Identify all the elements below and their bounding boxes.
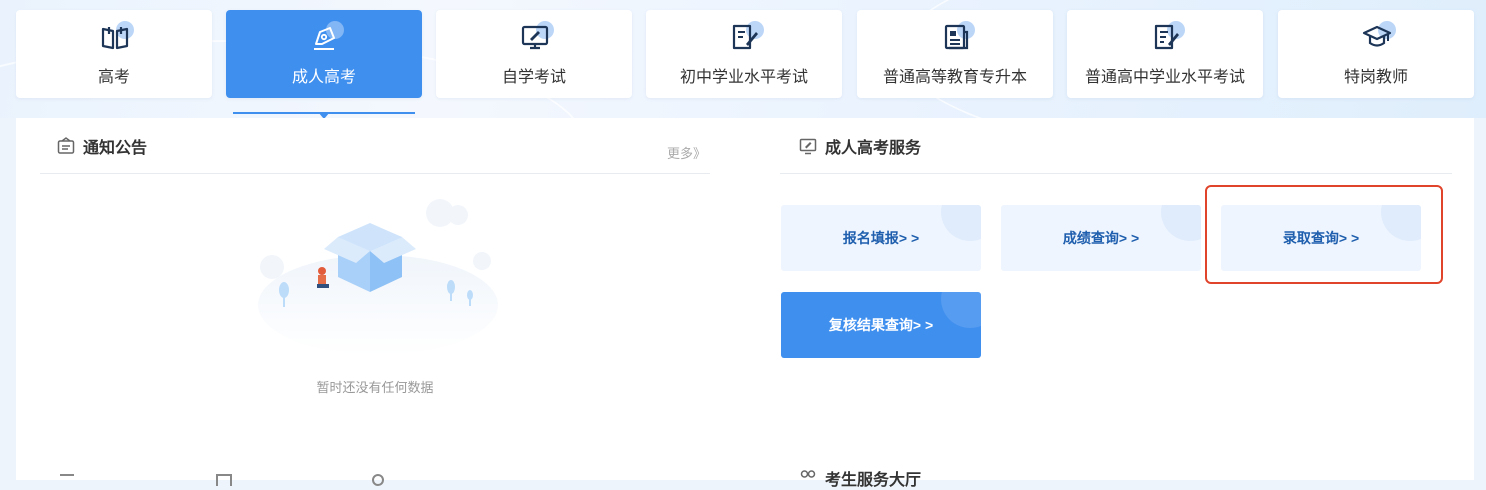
notice-icon (57, 137, 75, 154)
tab-label: 普通高中学业水平考试 (1084, 69, 1245, 86)
tab-label: 普通高等教育专升本 (882, 69, 1027, 86)
bottom-icon-1 (60, 474, 74, 486)
more-link[interactable]: 更多》 (667, 143, 706, 162)
tab-label: 初中学业水平考试 (679, 69, 808, 86)
notice-divider (40, 173, 710, 174)
service-header: 成人高考服务 (799, 134, 921, 158)
review-result-query-button[interactable]: 复核结果查询> > (781, 292, 981, 358)
registration-button[interactable]: 报名填报> > (781, 205, 981, 271)
notebook-pen-icon (730, 21, 764, 52)
newspaper-icon (941, 21, 975, 52)
empty-state-text: 暂时还没有任何数据 (316, 380, 434, 395)
tab-special-teacher[interactable]: 特岗教师 (1278, 10, 1474, 98)
monitor-pen-icon (799, 138, 817, 155)
tab-label: 特岗教师 (1343, 69, 1408, 86)
tab-label: 自学考试 (501, 69, 566, 86)
tab-label: 成人高考 (291, 69, 356, 86)
highlight-box (1205, 185, 1443, 284)
pen-nib-icon (310, 21, 344, 52)
open-book-icon (100, 21, 134, 52)
users-icon (800, 470, 816, 478)
score-query-button[interactable]: 成绩查询> > (1001, 205, 1201, 271)
service-divider (780, 173, 1452, 174)
tab-label: 高考 (97, 69, 130, 86)
service-title: 成人高考服务 (825, 140, 922, 157)
tab-adult-gaokao[interactable]: 成人高考 (226, 10, 422, 98)
tab-gaokao[interactable]: 高考 (16, 10, 212, 98)
tab-upgrade-bachelor[interactable]: 普通高等教育专升本 (857, 10, 1053, 98)
document-edit-icon (1151, 21, 1185, 52)
bottom-icon-2 (216, 474, 232, 486)
tab-junior-high-exam[interactable]: 初中学业水平考试 (646, 10, 842, 98)
service-hall-title: 考生服务大厅 (825, 472, 922, 489)
notice-title: 通知公告 (83, 140, 148, 157)
bottom-icon-3 (372, 474, 384, 486)
monitor-pen-icon (520, 21, 554, 52)
notice-header: 通知公告 (57, 134, 147, 158)
exam-category-tabs: 高考 成人高考 自学考试 初中学业水平考试 普通高等教育专升本 普通高中学业水平… (0, 0, 1486, 119)
service-hall-header: 考生服务大厅 (799, 466, 921, 490)
graduation-cap-icon (1362, 21, 1396, 52)
empty-state-illustration (250, 195, 500, 365)
tab-self-study-exam[interactable]: 自学考试 (436, 10, 632, 98)
tab-senior-high-exam[interactable]: 普通高中学业水平考试 (1067, 10, 1263, 98)
